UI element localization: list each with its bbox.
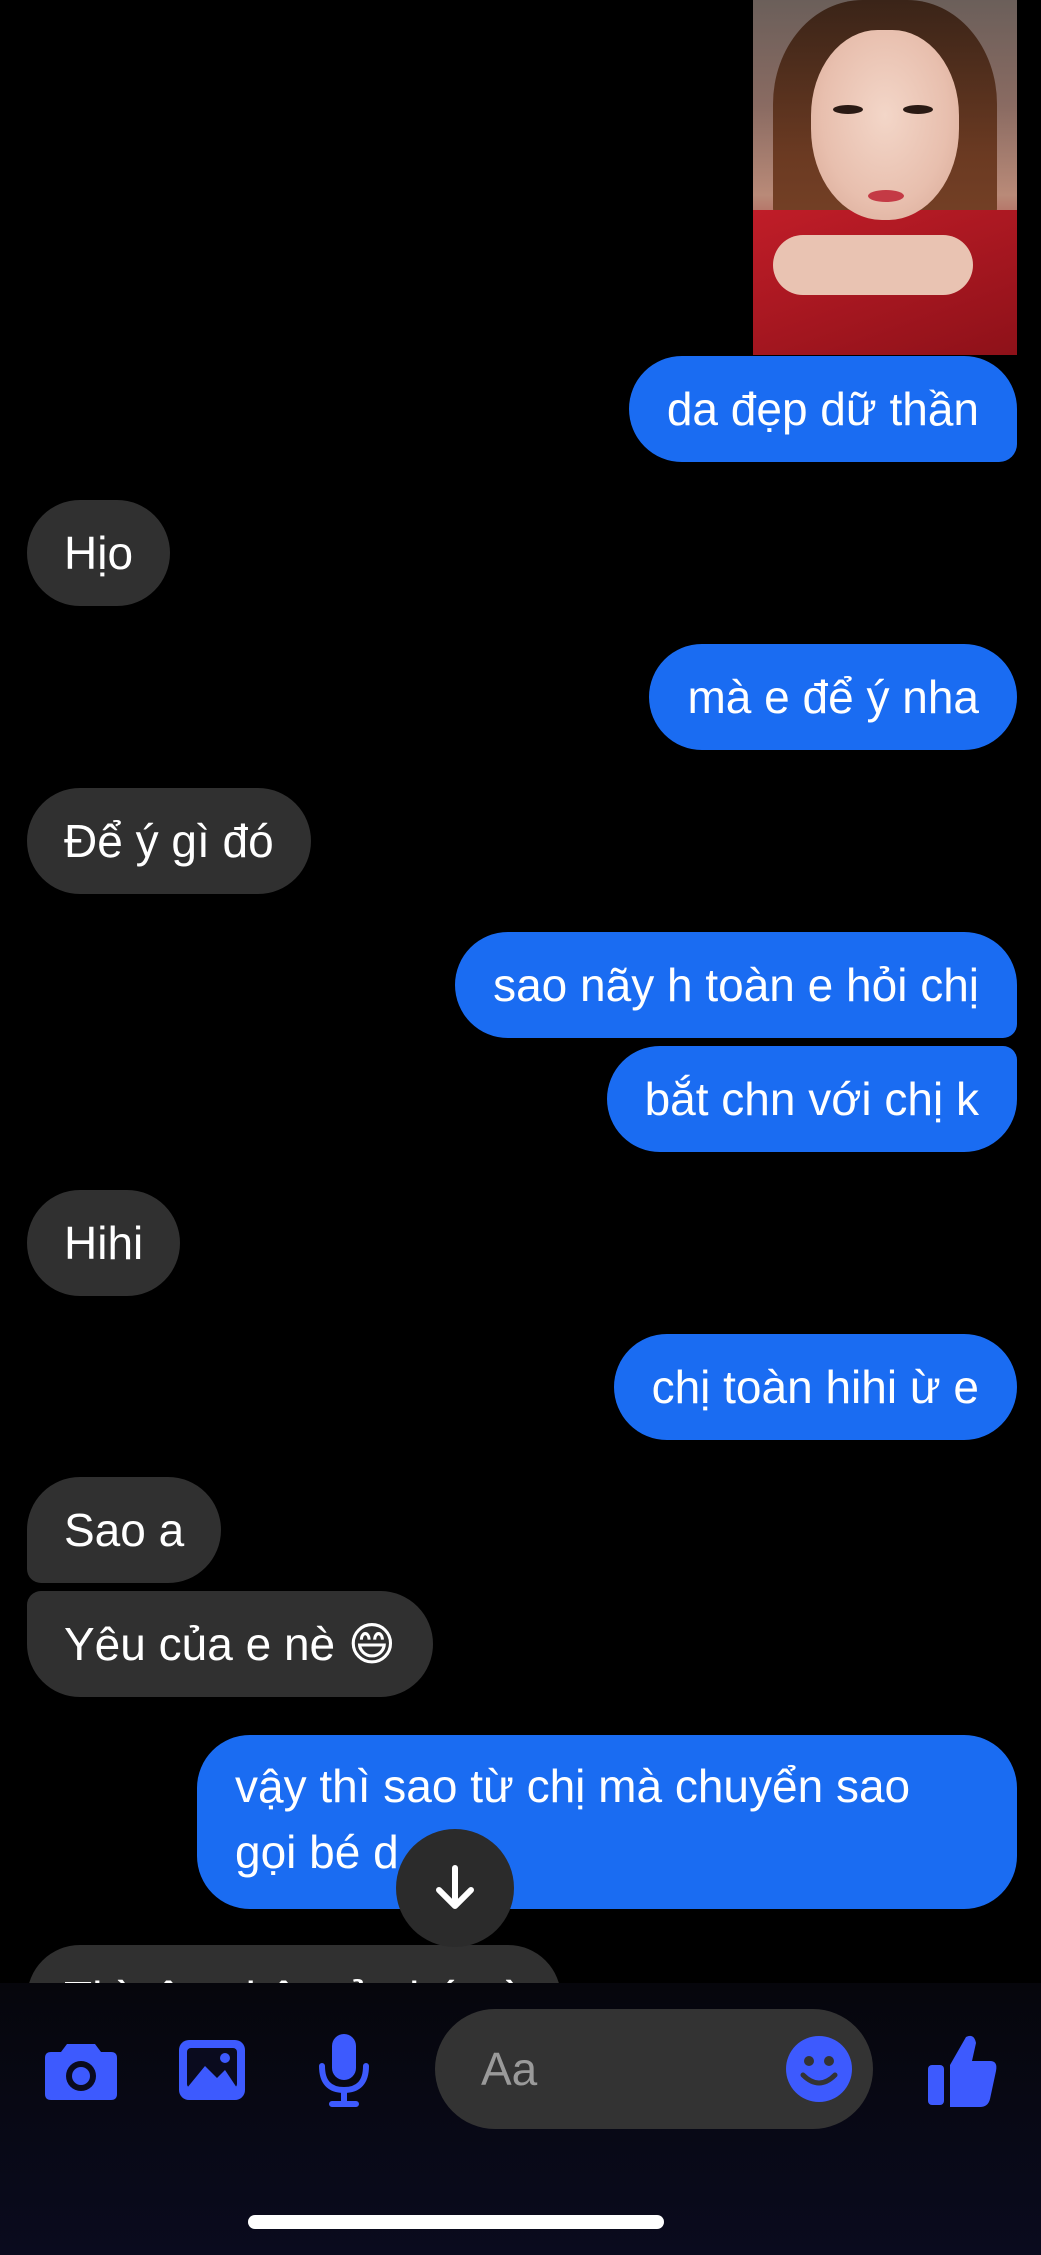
preview-eye-right (903, 105, 933, 114)
message-text-line: gọi bé d (235, 1826, 399, 1878)
message-text: sao nãy h toàn e hỏi chị (493, 959, 979, 1011)
message-incoming[interactable]: Hịo (27, 500, 171, 606)
message-text: bắt chn với chị k (644, 1073, 979, 1125)
message-text-line: vậy thì sao từ chị mà chuyển sao (235, 1760, 911, 1812)
message-text: chị toàn hihi ừ e (651, 1361, 979, 1413)
message-outgoing[interactable]: sao nãy h toàn e hỏi chị (455, 932, 1017, 1038)
arrow-down-icon (436, 1865, 474, 1909)
message-input-placeholder: Aa (481, 2043, 538, 2095)
message-incoming[interactable]: Để ý gì đó (27, 788, 311, 894)
message-text: Sao a (64, 1504, 185, 1556)
message-outgoing[interactable]: chị toàn hihi ừ e (613, 1334, 1017, 1440)
preview-hand (773, 235, 973, 295)
message-outgoing-multiline[interactable]: vậy thì sao từ chị mà chuyển sao gọi bé … (197, 1735, 1017, 1909)
image-icon (179, 2040, 245, 2100)
like-button[interactable] (925, 2030, 1001, 2110)
message-text: Hihi (64, 1217, 144, 1269)
message-input[interactable]: Aa (435, 2009, 873, 2129)
message-outgoing[interactable]: da đẹp dữ thần (628, 356, 1017, 462)
message-outgoing[interactable]: mà e để ý nha (649, 644, 1017, 750)
camera-button[interactable] (41, 2035, 121, 2105)
message-incoming[interactable]: Sao a (27, 1477, 222, 1583)
gallery-button[interactable] (176, 2035, 248, 2105)
camera-icon (45, 2044, 117, 2100)
message-outgoing[interactable]: bắt chn với chị k (606, 1046, 1017, 1152)
message-incoming[interactable]: Hihi (27, 1190, 181, 1296)
like-icon (928, 2035, 997, 2107)
message-text: mà e để ý nha (687, 671, 979, 723)
scroll-to-bottom-button[interactable] (396, 1829, 514, 1947)
video-call-preview[interactable] (753, 0, 1017, 355)
emoji-icon (786, 2036, 852, 2102)
microphone-icon (319, 2034, 369, 2107)
message-incoming[interactable]: Yêu của e nè 😄 (27, 1591, 433, 1697)
message-text: Để ý gì đó (64, 815, 274, 867)
microphone-button[interactable] (314, 2030, 374, 2110)
message-text: Hịo (64, 527, 134, 579)
emoji-button[interactable] (785, 2035, 853, 2103)
message-text: da đẹp dữ thần (666, 383, 979, 435)
preview-eye-left (833, 105, 863, 114)
message-text: Yêu của e nè 😄 (64, 1618, 396, 1670)
preview-lips (868, 190, 904, 202)
home-indicator (248, 2215, 664, 2229)
